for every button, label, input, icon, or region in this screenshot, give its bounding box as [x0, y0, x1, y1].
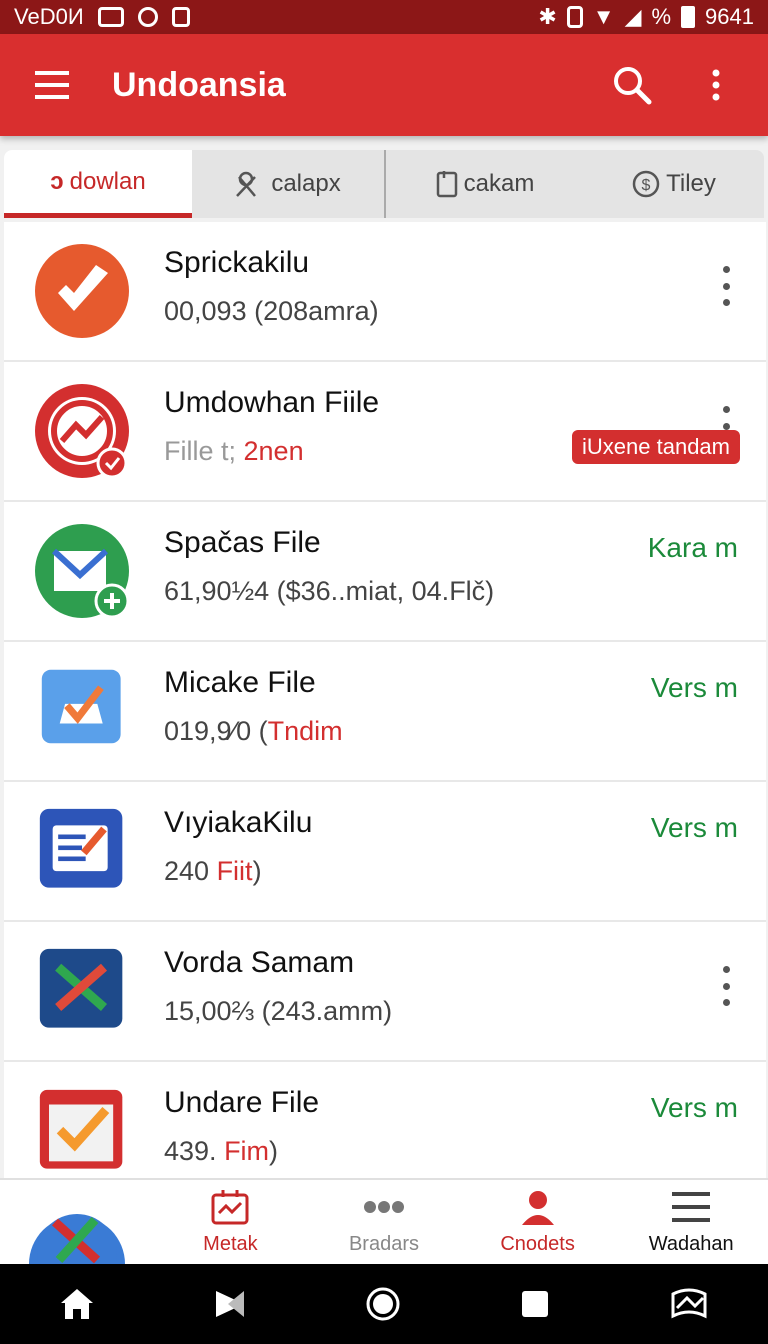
circle-home-icon[interactable]	[365, 1286, 401, 1322]
app-notification-icon	[171, 7, 190, 27]
dots-icon	[363, 1201, 404, 1213]
svg-text:$: $	[642, 177, 651, 194]
clock: 9641	[705, 4, 754, 29]
bottom-navigation: Metak Bradars Cnodets Wadahan	[0, 1178, 768, 1264]
assistant-icon[interactable]	[669, 1286, 709, 1322]
red-check-icon	[39, 1089, 123, 1169]
nav-bradars[interactable]: Bradars	[307, 1180, 461, 1264]
battery-percent: %	[651, 4, 672, 29]
menu-button[interactable]	[28, 61, 76, 109]
navy-x-icon	[39, 948, 123, 1028]
person-icon	[521, 1191, 554, 1225]
file-meta: 240 Fiit)	[164, 856, 262, 886]
bluetooth-icon: ✱	[538, 4, 557, 29]
tab-calapx[interactable]: calapx	[192, 150, 384, 218]
system-nav-bar	[0, 1264, 768, 1344]
status-badge[interactable]: iUxene tandam	[572, 430, 740, 464]
home-icon[interactable]	[59, 1287, 95, 1321]
search-button[interactable]	[608, 61, 656, 109]
tab-label: cakam	[463, 170, 535, 197]
list-item[interactable]: VıyiakaKilu 240 Fiit) Vers m	[4, 782, 766, 922]
nav-home-logo[interactable]	[0, 1180, 154, 1264]
search-icon	[614, 67, 652, 105]
tab-label: calapx	[271, 170, 341, 197]
tab-cakam[interactable]: cakam	[384, 150, 584, 218]
action-link[interactable]: Vers m	[651, 812, 738, 844]
file-list: Sprickakilu 00,093 (208amra) Umdowhan Fi…	[4, 222, 766, 1178]
file-name: Sprickakilu	[164, 246, 310, 279]
more-vert-icon	[712, 69, 720, 101]
file-name: Vorda Samam	[164, 946, 355, 979]
list-item[interactable]: Micake File 019,9⁄0 (Tndim Vers m	[4, 642, 766, 782]
action-link[interactable]: Vers m	[651, 672, 738, 704]
action-link[interactable]: Kara m	[648, 532, 738, 564]
tab-label: Tiley	[666, 170, 716, 197]
tab-tiley[interactable]: $ Tiley	[584, 150, 764, 218]
nav-wadahan[interactable]: Wadahan	[614, 1180, 768, 1264]
back-icon[interactable]	[214, 1289, 246, 1319]
list-item[interactable]: Undare File 439. Fim) Vers m	[4, 1062, 766, 1178]
file-name: VıyiakaKilu	[164, 806, 313, 839]
orange-circle-tag-icon	[35, 244, 129, 338]
list-item[interactable]: Umdowhan Fiile Fille t; 2nen iUxene tand…	[4, 362, 766, 502]
file-name: Micake File	[164, 666, 316, 699]
list-item[interactable]: Sprickakilu 00,093 (208amra)	[4, 222, 766, 362]
nav-metak[interactable]: Metak	[154, 1180, 308, 1264]
file-meta: 00,093 (208amra)	[164, 296, 379, 326]
list-item[interactable]: Vorda Samam 15,00⅔ (243.amm)	[4, 922, 766, 1062]
nav-label: Wadahan	[648, 1233, 734, 1255]
action-link[interactable]: Vers m	[651, 1092, 738, 1124]
nav-label: Bradars	[348, 1233, 419, 1255]
app-bar: Undoansia	[0, 34, 768, 136]
file-meta: Fille t; 2nen	[164, 436, 304, 466]
green-mail-icon	[35, 524, 130, 619]
notification-icon	[97, 7, 124, 27]
nav-label: Cnodets	[500, 1233, 575, 1255]
download-icon: ↄ	[50, 167, 64, 195]
red-chart-icon	[35, 384, 129, 479]
vibrate-icon	[566, 6, 583, 28]
tab-dowlan[interactable]: ↄ dowlan	[4, 150, 192, 218]
carrier-label: VeD0И	[14, 4, 84, 29]
tab-label: dowlan	[69, 167, 146, 195]
hamburger-icon	[35, 71, 69, 99]
file-meta: 61,90½4 ($36..miat, 04.Flč)	[164, 576, 495, 606]
wifi-icon: ▼	[592, 4, 615, 29]
file-name: Undare File	[164, 1086, 320, 1119]
list-item[interactable]: Spačas File 61,90½4 ($36..miat, 04.Flč) …	[4, 502, 766, 642]
overflow-menu-button[interactable]	[692, 61, 740, 109]
app-title: Undoansia	[112, 65, 286, 104]
people-icon	[236, 171, 257, 197]
document-icon	[436, 171, 457, 198]
signal-icon: ◢	[624, 4, 642, 29]
file-name: Umdowhan Fiile	[164, 386, 380, 419]
nav-cnodets[interactable]: Cnodets	[461, 1180, 615, 1264]
file-name: Spačas File	[164, 526, 321, 559]
status-bar: VeD0И ✱ ▼ ◢ % 9641	[0, 0, 768, 34]
tab-bar: ↄ dowlan calapx cakam $ Tiley	[4, 150, 764, 218]
dollar-icon: $	[632, 170, 660, 198]
item-menu-button[interactable]	[716, 266, 736, 306]
hamburger-icon	[672, 1192, 711, 1222]
calendar-chart-icon	[211, 1190, 249, 1225]
blue-list-icon	[39, 808, 123, 888]
file-meta: 019,9⁄0 (Tndim	[164, 716, 343, 746]
file-meta: 15,00⅔ (243.amm)	[164, 996, 393, 1026]
sync-icon	[137, 7, 158, 27]
battery-icon	[681, 6, 696, 28]
recents-icon[interactable]	[520, 1289, 550, 1319]
nav-label: Metak	[203, 1233, 258, 1255]
file-meta: 439. Fim)	[164, 1136, 279, 1166]
item-menu-button[interactable]	[716, 966, 736, 1006]
blue-check-icon	[41, 669, 121, 744]
app-logo-icon	[28, 1214, 125, 1264]
